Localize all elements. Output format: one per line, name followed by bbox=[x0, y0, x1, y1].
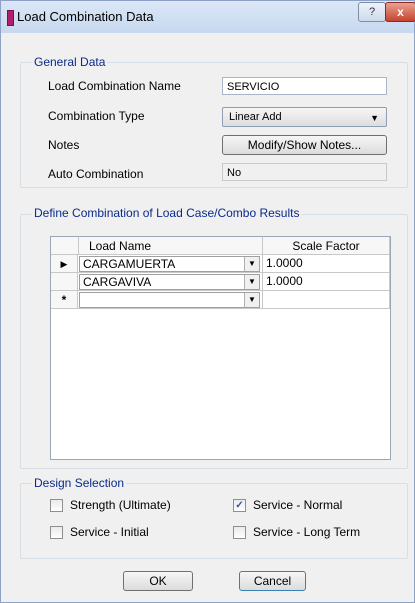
help-button[interactable]: ? bbox=[358, 2, 386, 22]
service-initial-checkbox[interactable] bbox=[50, 526, 63, 539]
modify-show-notes-button[interactable]: Modify/Show Notes... bbox=[222, 135, 387, 155]
load-name-select[interactable]: ▼ bbox=[79, 292, 260, 308]
strength-ultimate-label[interactable]: Strength (Ultimate) bbox=[70, 498, 171, 512]
design-selection-group bbox=[20, 483, 408, 559]
load-name-cell[interactable]: CARGAVIVA ▼ bbox=[78, 273, 263, 291]
auto-combination-value: No bbox=[222, 163, 387, 181]
grid-corner-header bbox=[51, 237, 79, 255]
auto-combination-label: Auto Combination bbox=[48, 167, 144, 181]
load-name-select[interactable]: CARGAVIVA ▼ bbox=[79, 274, 260, 290]
column-header-scale-factor[interactable]: Scale Factor bbox=[263, 237, 390, 255]
row-pointer-icon[interactable]: ▶ bbox=[51, 255, 78, 273]
dialog-title: Load Combination Data bbox=[17, 9, 154, 24]
chevron-down-icon[interactable]: ▼ bbox=[244, 293, 259, 307]
checkmark-icon: ✓ bbox=[235, 500, 244, 511]
chevron-down-icon[interactable]: ▼ bbox=[244, 275, 259, 289]
dialog-window: Load Combination Data ? x General Data L… bbox=[0, 0, 415, 603]
chevron-down-icon[interactable]: ▼ bbox=[244, 257, 259, 271]
combination-name-input[interactable]: SERVICIO bbox=[222, 77, 387, 95]
new-row-marker[interactable]: * bbox=[51, 291, 78, 309]
close-button[interactable]: x bbox=[385, 2, 415, 22]
combination-type-label: Combination Type bbox=[48, 109, 145, 123]
combination-name-label: Load Combination Name bbox=[48, 79, 181, 93]
combination-type-value: Linear Add bbox=[229, 111, 282, 123]
load-name-cell[interactable]: CARGAMUERTA ▼ bbox=[78, 255, 263, 273]
define-combination-label: Define Combination of Load Case/Combo Re… bbox=[32, 206, 302, 220]
strength-ultimate-checkbox[interactable] bbox=[50, 499, 63, 512]
row-header[interactable] bbox=[51, 273, 78, 291]
load-name-cell[interactable]: ▼ bbox=[78, 291, 263, 309]
scale-factor-cell[interactable] bbox=[263, 291, 390, 309]
service-long-term-checkbox[interactable] bbox=[233, 526, 246, 539]
chevron-down-icon: ▼ bbox=[370, 113, 379, 123]
combination-type-select[interactable]: Linear Add ▼ bbox=[222, 107, 387, 127]
title-bar: Load Combination Data ? x bbox=[1, 1, 415, 33]
general-data-label: General Data bbox=[32, 55, 108, 69]
column-header-load-name[interactable]: Load Name bbox=[79, 237, 263, 255]
load-combination-grid: Load Name Scale Factor ▶ CARGAMUERTA ▼ 1… bbox=[50, 236, 391, 460]
service-long-term-label[interactable]: Service - Long Term bbox=[253, 525, 360, 539]
notes-label: Notes bbox=[48, 138, 80, 152]
ok-button[interactable]: OK bbox=[123, 571, 193, 591]
design-selection-label: Design Selection bbox=[32, 476, 127, 490]
load-name-select[interactable]: CARGAMUERTA ▼ bbox=[79, 256, 260, 272]
load-name-value: CARGAMUERTA bbox=[83, 257, 176, 271]
service-normal-checkbox[interactable]: ✓ bbox=[233, 499, 246, 512]
load-name-value: CARGAVIVA bbox=[83, 275, 152, 289]
app-icon bbox=[7, 10, 14, 26]
service-normal-label[interactable]: Service - Normal bbox=[253, 498, 342, 512]
service-initial-label[interactable]: Service - Initial bbox=[70, 525, 149, 539]
scale-factor-cell[interactable]: 1.0000 bbox=[263, 273, 390, 291]
cancel-button[interactable]: Cancel bbox=[239, 571, 306, 591]
scale-factor-cell[interactable]: 1.0000 bbox=[263, 255, 390, 273]
